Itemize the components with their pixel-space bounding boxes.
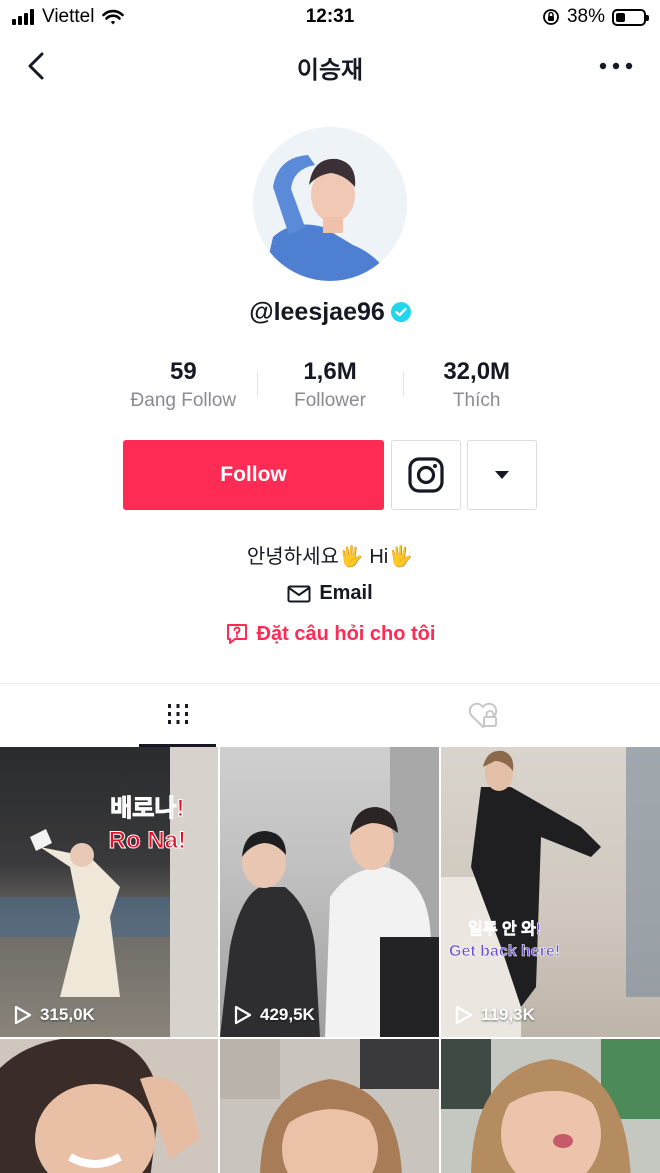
stat-label: Thích bbox=[452, 390, 501, 411]
profile-tabs bbox=[0, 683, 660, 747]
video-thumbnail[interactable]: 일루 안 와! Get back here! 119,3K bbox=[441, 747, 660, 1037]
view-count-text: 119,3K bbox=[481, 1005, 535, 1024]
mail-icon bbox=[287, 585, 311, 602]
rotation-lock-icon bbox=[543, 9, 559, 25]
instagram-button[interactable] bbox=[391, 440, 461, 510]
caption-line: Ro Na! bbox=[108, 827, 186, 855]
profile-header: 이승재 bbox=[0, 34, 660, 98]
tab-videos[interactable] bbox=[139, 684, 216, 747]
video-frame bbox=[220, 747, 439, 1037]
suggested-accounts-button[interactable] bbox=[467, 440, 537, 510]
avatar[interactable] bbox=[253, 127, 407, 281]
video-thumbnail[interactable]: 배로나! Ro Na! 315,0K bbox=[0, 747, 218, 1037]
stat-value: 1,6M bbox=[303, 358, 357, 385]
video-thumbnail[interactable] bbox=[220, 1039, 439, 1173]
page-title: 이승재 bbox=[296, 57, 364, 84]
video-thumbnail[interactable] bbox=[441, 1039, 660, 1173]
stat-label: Đang Follow bbox=[130, 390, 237, 411]
video-thumbnail[interactable]: 429,5K bbox=[220, 747, 439, 1037]
video-grid: 배로나! Ro Na! 315,0K 429,5K 일루 안 와! Get ba… bbox=[0, 747, 660, 1173]
video-frame bbox=[0, 747, 218, 1037]
video-caption: 배로나! Ro Na! bbox=[108, 793, 186, 857]
view-count-text: 315,0K bbox=[40, 1005, 95, 1024]
video-frame bbox=[441, 1039, 660, 1173]
verified-badge-icon bbox=[390, 302, 411, 322]
email-label: Email bbox=[319, 582, 373, 604]
stat-followers[interactable]: 1,6M Follower bbox=[256, 356, 404, 416]
caption-line: 일루 안 와! bbox=[468, 921, 542, 939]
caret-down-icon bbox=[495, 471, 509, 479]
ask-question-link[interactable]: Đặt câu hỏi cho tôi bbox=[0, 622, 660, 646]
more-icon[interactable] bbox=[598, 56, 634, 76]
profile-stats: 59 Đang Follow 1,6M Follower 32,0M Thích bbox=[110, 356, 550, 416]
stat-likes: 32,0M Thích bbox=[403, 356, 550, 416]
video-thumbnail[interactable] bbox=[0, 1039, 218, 1173]
play-icon bbox=[14, 1005, 32, 1025]
email-link[interactable]: Email bbox=[0, 582, 660, 605]
grid-icon bbox=[167, 704, 188, 724]
video-caption: 일루 안 와! Get back here! bbox=[449, 919, 561, 963]
view-count: 315,0K bbox=[14, 1005, 95, 1025]
stat-value: 59 bbox=[169, 358, 197, 385]
stat-following[interactable]: 59 Đang Follow bbox=[110, 356, 257, 416]
tab-liked[interactable] bbox=[444, 684, 521, 747]
question-bubble-icon bbox=[226, 624, 247, 644]
profile-bio: 안녕하세요🖐 Hi🖐 bbox=[246, 546, 414, 568]
stat-value: 32,0M bbox=[443, 358, 511, 385]
view-count: 119,3K bbox=[455, 1005, 535, 1025]
status-right: 38% bbox=[542, 6, 649, 28]
instagram-icon bbox=[408, 457, 444, 493]
ask-question-label: Đặt câu hỏi cho tôi bbox=[256, 622, 436, 645]
battery-icon bbox=[612, 8, 649, 26]
play-icon bbox=[455, 1005, 473, 1025]
username-text: @leesjae96 bbox=[249, 298, 385, 326]
avatar-photo bbox=[253, 127, 407, 281]
heart-hidden-icon bbox=[468, 702, 497, 728]
follow-button[interactable]: Follow bbox=[123, 440, 384, 510]
video-frame bbox=[441, 747, 660, 1037]
play-icon bbox=[234, 1005, 252, 1025]
caption-line: Get back here! bbox=[449, 943, 561, 961]
status-bar: Viettel 12:31 38% bbox=[0, 0, 660, 34]
username: @leesjae96 bbox=[0, 298, 660, 327]
view-count: 429,5K bbox=[234, 1005, 315, 1025]
battery-percent: 38% bbox=[566, 6, 605, 27]
stat-label: Follower bbox=[294, 390, 366, 411]
video-frame bbox=[220, 1039, 439, 1173]
video-frame bbox=[0, 1039, 218, 1173]
view-count-text: 429,5K bbox=[260, 1005, 315, 1024]
caption-line: 배로나! bbox=[110, 795, 185, 823]
